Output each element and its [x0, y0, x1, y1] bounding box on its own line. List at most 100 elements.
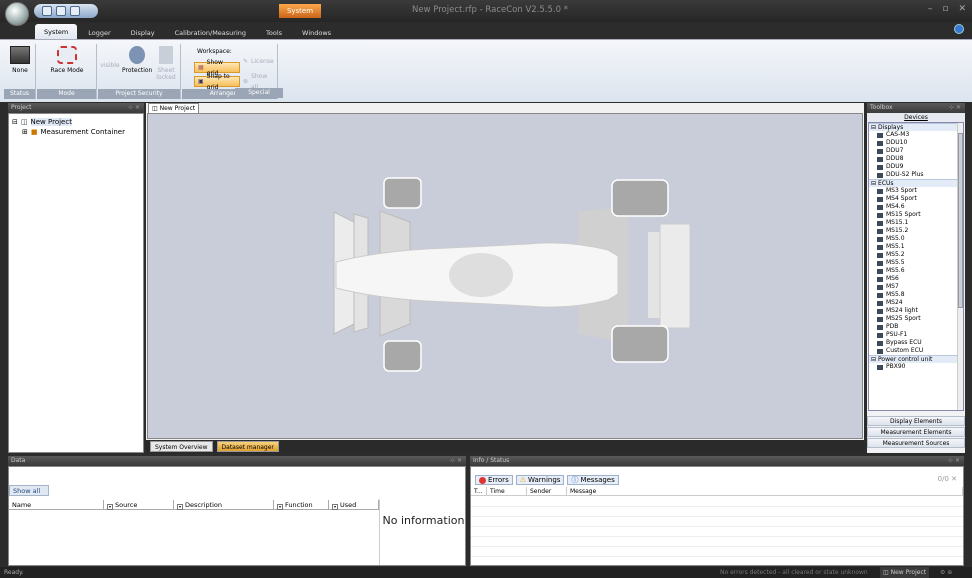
column-sender[interactable]: Sender: [527, 487, 567, 495]
undo-icon[interactable]: [56, 6, 66, 16]
column-message[interactable]: Message: [567, 487, 963, 495]
filter-dropdown-icon[interactable]: ▾: [277, 504, 283, 510]
toolbox-item[interactable]: MS5.1: [869, 243, 963, 251]
collapse-icon[interactable]: ⊟: [12, 118, 18, 126]
warning-icon: ⚠: [519, 476, 526, 484]
toolbox-close-icon[interactable]: ⊹ ✕: [949, 103, 961, 113]
toolbox-item[interactable]: MS3 Sport: [869, 187, 963, 195]
panel-close-icon[interactable]: ⊹ ✕: [128, 103, 140, 113]
toolbox-item[interactable]: Bypass ECU: [869, 339, 963, 347]
toolbox-scrollbar[interactable]: [957, 123, 963, 410]
toolbox-item[interactable]: MS5.2: [869, 251, 963, 259]
tree-item-new-project[interactable]: ⊟ ◫ New Project: [12, 117, 140, 127]
status-project[interactable]: ◫ New Project: [880, 567, 930, 578]
save-icon[interactable]: [42, 6, 52, 16]
toolbox-item[interactable]: PDB: [869, 323, 963, 331]
collapse-icon[interactable]: ⊟: [871, 124, 876, 131]
measurement-elements-button[interactable]: Measurement Elements: [867, 427, 965, 437]
context-tab-system[interactable]: System: [279, 4, 321, 18]
tree-item-measurement-container[interactable]: ⊞ ■ Measurement Container: [12, 127, 140, 137]
toolbox-item[interactable]: MS5.8: [869, 291, 963, 299]
data-panel-close-icon[interactable]: ⊹ ✕: [450, 456, 462, 466]
column-function[interactable]: ▾ Function: [274, 500, 329, 510]
maximize-icon[interactable]: ▫: [942, 4, 948, 14]
info-panel-header: Info / Status ⊹ ✕: [470, 456, 964, 466]
status-text: Ready.: [4, 569, 24, 576]
license-button[interactable]: ✎ License: [240, 56, 277, 67]
column-name[interactable]: Name: [9, 500, 104, 509]
warnings-filter-button[interactable]: ⚠ Warnings: [515, 475, 565, 485]
tab-windows[interactable]: Windows: [293, 26, 340, 40]
filter-dropdown-icon[interactable]: ▾: [177, 504, 183, 510]
tab-system[interactable]: System: [35, 24, 78, 40]
filter-dropdown-icon[interactable]: ▾: [332, 504, 338, 510]
toolbox-item[interactable]: DDU10: [869, 139, 963, 147]
toolbox-item[interactable]: MS5.0: [869, 235, 963, 243]
toolbox-item[interactable]: DDU8: [869, 155, 963, 163]
tab-system-overview[interactable]: System Overview: [150, 441, 213, 452]
toolbox-item[interactable]: PBX90: [869, 363, 963, 371]
tab-calibration-measuring[interactable]: Calibration/Measuring: [166, 26, 255, 40]
messages-filter-button[interactable]: ⓘ Messages: [567, 475, 619, 485]
scrollbar-thumb[interactable]: [958, 133, 963, 308]
close-icon[interactable]: ✕: [958, 4, 966, 14]
none-button[interactable]: None: [6, 46, 34, 74]
message-counter: 0/0 ✕: [938, 475, 957, 483]
column-used[interactable]: ▾ Used: [329, 500, 379, 510]
system-overview-canvas[interactable]: [147, 113, 863, 439]
toolbox-item[interactable]: MS5.6: [869, 267, 963, 275]
toolbox-item[interactable]: DDU-S2 Plus: [869, 171, 963, 179]
race-mode-button[interactable]: Race Mode: [45, 46, 89, 74]
application-menu-button[interactable]: [5, 2, 29, 26]
visible-button[interactable]: visible: [100, 62, 120, 69]
toolbox-item-label: Custom ECU: [886, 347, 924, 354]
toolbox-category[interactable]: ⊟ Power control unit: [869, 355, 963, 363]
toolbox-item[interactable]: MS4 Sport: [869, 195, 963, 203]
toolbox-item[interactable]: DDU7: [869, 147, 963, 155]
toolbox-category[interactable]: ⊟ ECUs: [869, 179, 963, 187]
status-settings-icon[interactable]: ⚙ ⊕: [940, 567, 952, 578]
toolbox-item[interactable]: MS25 Sport: [869, 315, 963, 323]
toolbox-item[interactable]: Custom ECU: [869, 347, 963, 355]
protection-button[interactable]: Protection: [122, 46, 152, 74]
toolbox-item[interactable]: MS6: [869, 275, 963, 283]
toolbox-item[interactable]: MS5.5: [869, 259, 963, 267]
toolbox-item[interactable]: DDU9: [869, 163, 963, 171]
redo-icon[interactable]: [70, 6, 80, 16]
show-all-tab[interactable]: Show all: [9, 485, 49, 496]
tab-logger[interactable]: Logger: [79, 26, 119, 40]
measurement-sources-button[interactable]: Measurement Sources: [867, 438, 965, 448]
toolbox-item[interactable]: PSU-F1: [869, 331, 963, 339]
toolbox-item[interactable]: MS24: [869, 299, 963, 307]
devices-header[interactable]: Devices: [867, 113, 965, 122]
column-source[interactable]: ▾ Source: [104, 500, 174, 510]
tab-new-project[interactable]: ◫ New Project: [148, 103, 200, 113]
collapse-icon[interactable]: ⊟: [871, 356, 876, 363]
collapse-icon[interactable]: ⊟: [871, 180, 876, 187]
toolbox-item[interactable]: CAS-M3: [869, 131, 963, 139]
tab-tools[interactable]: Tools: [257, 26, 291, 40]
display-elements-button[interactable]: Display Elements: [867, 416, 965, 426]
toolbox-item[interactable]: MS15.2: [869, 227, 963, 235]
toolbox-item[interactable]: MS4.6: [869, 203, 963, 211]
toolbox-category[interactable]: ⊟ Displays: [869, 123, 963, 131]
minimize-icon[interactable]: –: [928, 4, 933, 14]
show-all-button[interactable]: ⊛ Show all: [240, 73, 277, 91]
errors-filter-button[interactable]: Errors: [475, 475, 513, 485]
info-panel-close-icon[interactable]: ⊹ ✕: [948, 456, 960, 466]
toolbox-item[interactable]: MS24 light: [869, 307, 963, 315]
column-description[interactable]: ▾ Description: [174, 500, 274, 510]
help-icon[interactable]: [954, 24, 964, 34]
clear-icon[interactable]: ✕: [951, 475, 957, 483]
tab-dataset-manager[interactable]: Dataset manager: [216, 441, 279, 452]
expand-icon[interactable]: ⊞: [22, 128, 28, 136]
toolbox-item[interactable]: MS15 Sport: [869, 211, 963, 219]
column-time[interactable]: Time: [487, 487, 527, 495]
filter-dropdown-icon[interactable]: ▾: [107, 504, 113, 510]
snap-to-grid-button[interactable]: ▣ Snap to grid: [194, 73, 240, 91]
toolbox-item[interactable]: MS7: [869, 283, 963, 291]
toolbox-item[interactable]: MS15.1: [869, 219, 963, 227]
tab-display[interactable]: Display: [122, 26, 164, 40]
sheet-locked-button[interactable]: Sheet locked: [154, 46, 178, 81]
column-type[interactable]: T...: [471, 487, 487, 495]
